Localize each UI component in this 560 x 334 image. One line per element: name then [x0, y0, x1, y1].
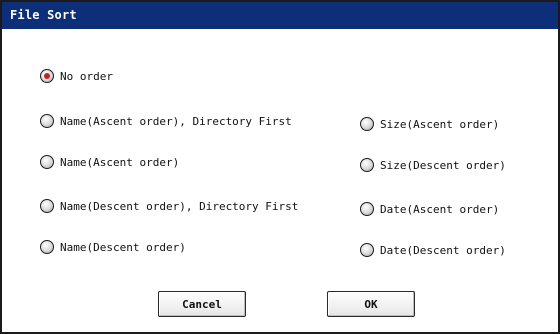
option-label: Name(Descent order), Directory First	[60, 199, 299, 213]
radio-icon[interactable]	[360, 243, 374, 257]
option-label: Size(Descent order)	[380, 158, 506, 172]
option-label: Name(Ascent order), Directory First	[60, 114, 292, 128]
option-label: Name(Ascent order)	[60, 155, 180, 169]
option-no-order[interactable]: No order	[40, 68, 113, 84]
option-size-descent[interactable]: Size(Descent order)	[360, 157, 506, 173]
radio-icon[interactable]	[360, 158, 374, 172]
radio-dot-icon	[44, 73, 50, 79]
option-label: Date(Descent order)	[380, 243, 506, 257]
radio-icon[interactable]	[40, 114, 54, 128]
option-label: Name(Descent order)	[60, 240, 186, 254]
option-name-ascent-directory-first[interactable]: Name(Ascent order), Directory First	[40, 113, 292, 129]
option-name-descent[interactable]: Name(Descent order)	[40, 239, 186, 255]
option-date-ascent[interactable]: Date(Ascent order)	[360, 201, 499, 217]
radio-icon[interactable]	[360, 117, 374, 131]
cancel-button[interactable]: Cancel	[158, 291, 246, 317]
option-label: Size(Ascent order)	[380, 117, 500, 131]
option-size-ascent[interactable]: Size(Ascent order)	[360, 116, 499, 132]
option-label: Date(Ascent order)	[380, 202, 500, 216]
option-label: No order	[60, 69, 113, 83]
radio-icon[interactable]	[40, 240, 54, 254]
file-sort-dialog: File Sort No order Name(Ascent order), D…	[0, 0, 560, 334]
option-date-descent[interactable]: Date(Descent order)	[360, 242, 506, 258]
ok-button[interactable]: OK	[327, 291, 415, 317]
radio-icon[interactable]	[40, 69, 54, 83]
option-name-ascent[interactable]: Name(Ascent order)	[40, 154, 179, 170]
radio-icon[interactable]	[40, 155, 54, 169]
radio-icon[interactable]	[40, 199, 54, 213]
option-name-descent-directory-first[interactable]: Name(Descent order), Directory First	[40, 198, 298, 214]
radio-icon[interactable]	[360, 202, 374, 216]
dialog-title: File Sort	[2, 2, 558, 29]
